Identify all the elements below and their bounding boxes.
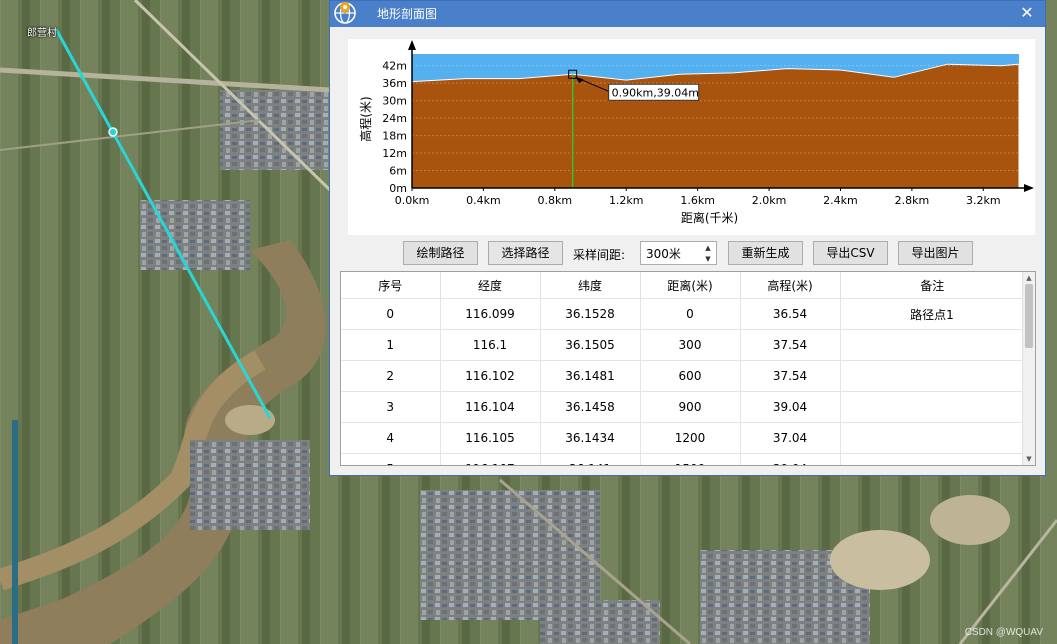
column-header[interactable]: 经度: [439, 272, 540, 299]
regenerate-button[interactable]: 重新生成: [728, 241, 803, 265]
table-cell: 3: [341, 391, 441, 423]
table-cell: [840, 391, 1025, 423]
dialog-title: 地形剖面图: [377, 7, 438, 21]
y-tick-label: 24m: [382, 112, 407, 125]
chart-cursor-label: 0.90km,39.04m: [612, 86, 699, 99]
table-cell: 5: [341, 453, 441, 465]
table-cell: 1200: [640, 422, 741, 454]
table-cell: 1: [341, 329, 441, 361]
export-image-button[interactable]: 导出图片: [898, 241, 973, 265]
table-row[interactable]: 1 116.1 36.1505 300 37.54: [341, 329, 1025, 361]
table-cell: 4: [341, 422, 441, 454]
column-header[interactable]: 高程(米): [739, 272, 840, 299]
select-path-button[interactable]: 选择路径: [488, 241, 563, 265]
column-header[interactable]: 序号: [341, 272, 440, 299]
y-tick-label: 36m: [382, 77, 407, 90]
x-tick-label: 3.2km: [966, 194, 1001, 207]
table-row[interactable]: 5116.10736.141150039.04: [341, 453, 1025, 465]
table-cell: 116.102: [440, 360, 541, 392]
y-tick-label: 30m: [382, 95, 407, 108]
table-cell: 0: [640, 298, 741, 330]
table-cell: 36.1528: [540, 298, 641, 330]
table-cell: 36.1458: [540, 391, 641, 423]
x-tick-label: 2.0km: [752, 194, 787, 207]
table-cell: 37.54: [740, 329, 841, 361]
chart-terrain-area: [411, 63, 1020, 189]
table-cell: 1500: [640, 453, 741, 465]
table-cell: [840, 453, 1025, 465]
table-cell: 116.099: [440, 298, 541, 330]
y-tick-label: 6m: [389, 165, 407, 178]
spin-down-icon[interactable]: ▼: [703, 254, 713, 264]
x-tick-label: 0.4km: [466, 194, 501, 207]
chart-y-axis-arrow: [408, 40, 416, 50]
table-cell: 36.141: [540, 453, 641, 465]
table-cell: [840, 422, 1025, 454]
chart-x-axis-arrow: [1024, 184, 1034, 192]
table-cell: 39.04: [740, 391, 841, 423]
table-cell: 36.1481: [540, 360, 641, 392]
table-cell: 37.04: [740, 422, 841, 454]
table-cell: 路径点1: [840, 298, 1025, 330]
chart-cursor-tooltip: 0.90km,39.04m: [608, 83, 700, 101]
y-tick-label: 42m: [382, 60, 407, 73]
table-row[interactable]: 3 116.104 36.1458 900 39.04: [341, 391, 1025, 423]
sample-interval-label: 采样间距:: [573, 248, 626, 262]
elevation-chart-panel: 0.90km,39.04m 0.0km 0.4km 0.8km 1.2km 1.6km 2…: [348, 39, 1035, 235]
table-cell: [840, 360, 1025, 392]
x-tick-label: 2.8km: [895, 194, 930, 207]
x-tick-label: 0.0km: [395, 194, 430, 207]
y-tick-label: 0m: [389, 182, 407, 195]
scroll-up-icon[interactable]: ▲: [1023, 272, 1035, 284]
table-cell: 116.104: [440, 391, 541, 423]
chart-x-axis-label: 距离(千米): [681, 210, 738, 225]
watermark: CSDN @WQUAV: [964, 627, 1043, 638]
table-cell: [840, 329, 1025, 361]
table-cell: 600: [640, 360, 741, 392]
table-cell: 300: [640, 329, 741, 361]
export-csv-button[interactable]: 导出CSV: [813, 241, 888, 265]
village-label: 郎营村: [27, 28, 57, 39]
dialog-titlebar[interactable]: 地形剖面图 ✕: [330, 1, 1045, 27]
table-cell: 116.107: [440, 453, 541, 465]
column-header[interactable]: 距离(米): [639, 272, 740, 299]
y-tick-label: 12m: [382, 147, 407, 160]
x-tick-label: 2.4km: [823, 194, 858, 207]
draw-path-button[interactable]: 绘制路径: [403, 241, 478, 265]
table-cell: 36.1505: [540, 329, 641, 361]
table-header-row: 序号 经度 纬度 距离(米) 高程(米) 备注: [341, 272, 1024, 299]
table-row[interactable]: 0 116.099 36.1528 0 36.54 路径点1: [341, 298, 1025, 330]
table-cell: 116.105: [440, 422, 541, 454]
table-cell: 2: [341, 360, 441, 392]
table-cell: 37.54: [740, 360, 841, 392]
column-header[interactable]: 纬度: [539, 272, 640, 299]
profile-path-marker[interactable]: [108, 127, 118, 137]
globe-icon: [334, 2, 356, 24]
chart-y-axis-label: 高程(米): [358, 96, 373, 141]
table-cell: 39.04: [740, 453, 841, 465]
spin-up-icon[interactable]: ▲: [703, 243, 713, 253]
table-row[interactable]: 4 116.105 36.1434 1200 37.04: [341, 422, 1025, 454]
table-row[interactable]: 2 116.102 36.1481 600 37.54: [341, 360, 1025, 392]
scroll-down-icon[interactable]: ▼: [1023, 453, 1035, 465]
table-vertical-scrollbar[interactable]: ▲ ▼: [1022, 272, 1035, 465]
sample-interval-input[interactable]: [641, 242, 698, 263]
sample-interval-spinbox[interactable]: ▲ ▼: [640, 241, 717, 265]
column-header[interactable]: 备注: [839, 272, 1024, 299]
x-tick-label: 0.8km: [538, 194, 573, 207]
elevation-chart[interactable]: 0.90km,39.04m 0.0km 0.4km 0.8km 1.2km 1.6km 2…: [348, 39, 1035, 235]
terrain-profile-dialog: 地形剖面图 ✕ 0.90km,39.04m 0.0km 0.4km 0.8km 1.2…: [329, 0, 1046, 476]
table-cell: 116.1: [440, 329, 541, 361]
table-cell: 36.54: [740, 298, 841, 330]
table-cell: 36.1434: [540, 422, 641, 454]
table-cell: 900: [640, 391, 741, 423]
table-cell: 0: [341, 298, 441, 330]
x-tick-label: 1.6km: [680, 194, 715, 207]
control-bar: 绘制路径 选择路径 采样间距: ▲ ▼ 重新生成 导出CSV 导出图片: [330, 241, 1045, 267]
close-button[interactable]: ✕: [1017, 3, 1037, 23]
scroll-thumb[interactable]: [1025, 284, 1033, 348]
x-tick-label: 1.2km: [609, 194, 644, 207]
y-tick-label: 18m: [382, 130, 407, 143]
profile-points-table[interactable]: 序号 经度 纬度 距离(米) 高程(米) 备注 0 116.099 36.1528 0 36.54…: [340, 271, 1036, 466]
